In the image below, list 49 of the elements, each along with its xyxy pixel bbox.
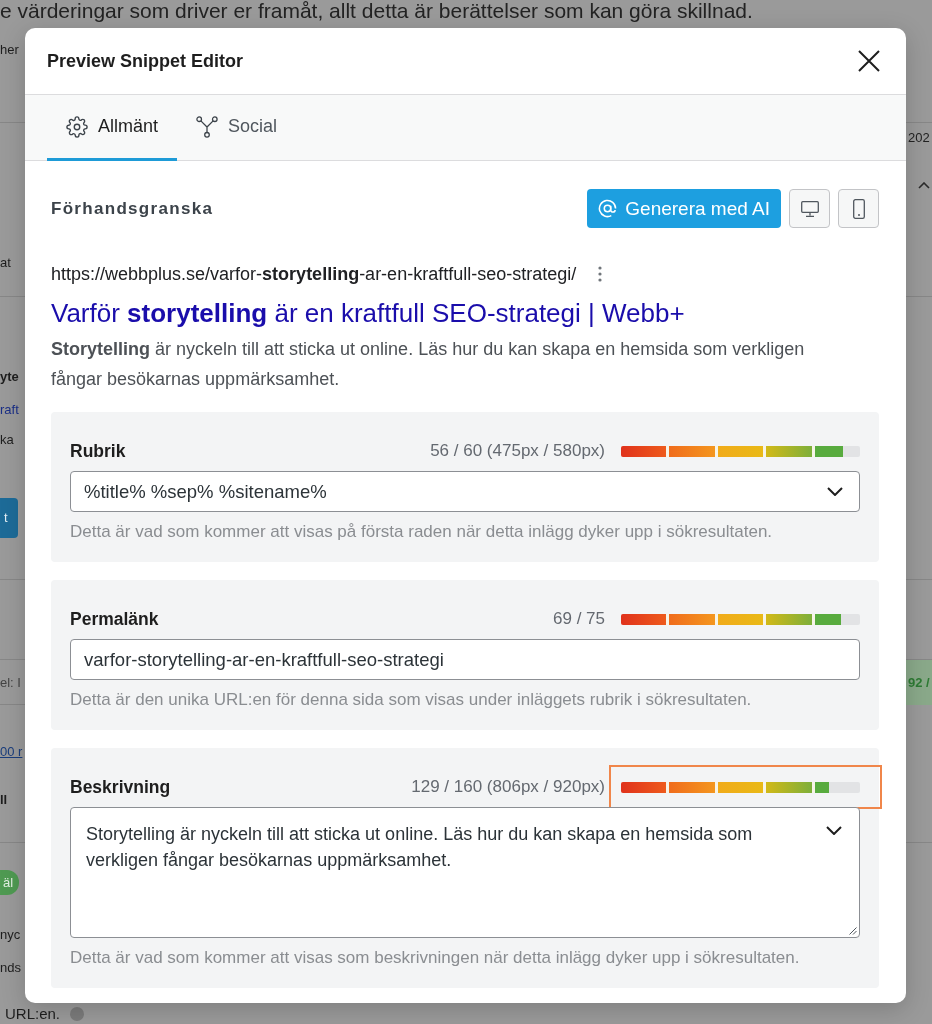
- page-link[interactable]: raft: [0, 400, 19, 420]
- close-button[interactable]: [858, 50, 880, 72]
- page-link[interactable]: 00 r: [0, 742, 23, 762]
- field-label: Permalänk: [70, 608, 160, 630]
- chevron-down-icon[interactable]: [827, 487, 843, 496]
- dropdown-field[interactable]: %title% %sep% %sitename%: [70, 471, 860, 512]
- section-heading: Förhandsgranska: [51, 198, 215, 219]
- character-counter: 56 / 60 (475px / 580px): [430, 441, 605, 461]
- chevron-down-icon[interactable]: [826, 826, 842, 835]
- page-heading-text: yte: [0, 368, 19, 386]
- snippet-url: https://webbplus.se/varfor-storytelling-ar-en-kraftfull-seo-strategi/: [51, 263, 577, 285]
- status-badge: äl: [0, 870, 20, 895]
- snippet-title: Varför storytelling är en kraftfull SEO-strategi | Webb+: [51, 298, 686, 328]
- at-sign-icon: [598, 199, 618, 218]
- help-text: Detta är den unika URL:en för denna sida som visas under inläggets rubrik i sökresultaten.: [70, 690, 753, 710]
- resize-handle-icon[interactable]: [849, 927, 857, 935]
- desktop-view-button[interactable]: [789, 189, 830, 228]
- circle-icon: [70, 1007, 85, 1021]
- tab[interactable]: Social: [177, 95, 297, 161]
- mobile-view-button[interactable]: [838, 189, 879, 228]
- page-text: 202: [907, 129, 930, 147]
- close-icon: [858, 50, 880, 72]
- phone-icon: [852, 198, 865, 219]
- page-text: nyc: [0, 926, 21, 944]
- textarea-field[interactable]: Storytelling är nyckeln till att sticka ut online. Läs hur du kan skapa en hemsida som verkligen fångar besökarnas uppmärksamhet.: [70, 807, 860, 938]
- page-text: e värderingar som driver er framåt, allt detta är berättelser som kan göra skillnad.: [0, 0, 753, 21]
- help-text: Detta är vad som kommer att visas på första raden när detta inlägg dyker upp i sökresultaten.: [70, 522, 774, 542]
- page-text: nds: [0, 959, 21, 977]
- page-button[interactable]: t: [0, 498, 18, 538]
- character-counter: 129 / 160 (806px / 920px): [411, 777, 605, 797]
- monitor-icon: [800, 200, 819, 217]
- connected-nodes-icon: [196, 115, 219, 138]
- page-highlight-text: 92 /: [906, 660, 932, 705]
- page-heading-text: ll: [0, 791, 8, 809]
- vertical-dots-icon[interactable]: [598, 266, 603, 282]
- page-text: her: [0, 41, 19, 59]
- chevron-up-icon[interactable]: [918, 182, 930, 189]
- page-text: URL:en.: [5, 1004, 61, 1024]
- page-text: at: [0, 254, 11, 272]
- dialog-title: Preview Snippet Editor: [47, 50, 244, 72]
- page-text: ka: [0, 431, 14, 449]
- field-label: Rubrik: [70, 440, 127, 462]
- field-label: Beskrivning: [70, 776, 172, 798]
- input-field[interactable]: varfor-storytelling-ar-en-kraftfull-seo-strategi: [70, 639, 860, 680]
- gear-icon: [66, 115, 88, 138]
- character-counter: 69 / 75: [553, 609, 605, 629]
- snippet-description: Storytelling är nyckeln till att sticka ut online. Läs hur du kan skapa en hemsida som verkligen fångar besökarnas uppmärksamhet.: [51, 338, 806, 391]
- help-text: Detta är vad som kommer att visas som beskrivningen när detta inlägg dyker upp i sökresultaten.: [70, 948, 801, 968]
- tab[interactable]: Allmänt: [47, 95, 178, 161]
